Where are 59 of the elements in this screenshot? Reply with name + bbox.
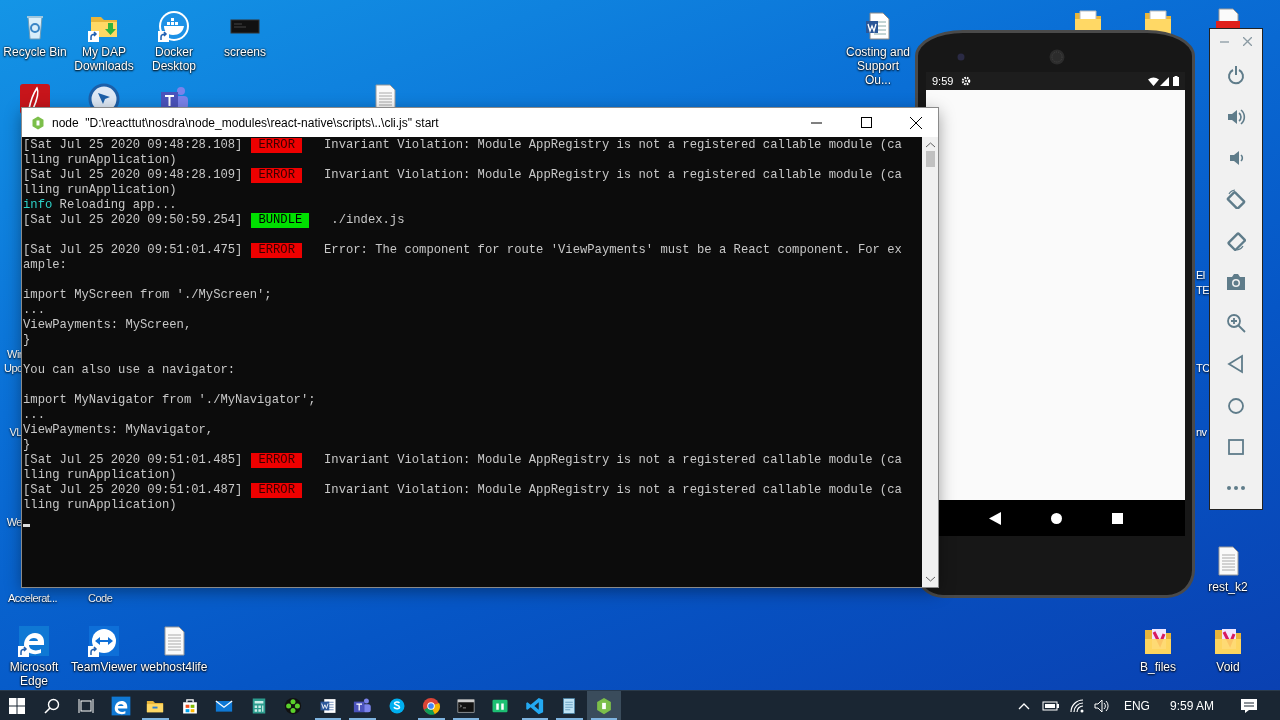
console-text: lling runApplication) [23, 468, 177, 483]
icon-label[interactable]: rest_k2 [1208, 580, 1248, 594]
status-time: 9:59 [932, 75, 954, 87]
console-text: You can also use a navigator: [23, 363, 236, 378]
icon-label[interactable]: Void [1216, 660, 1240, 674]
icon-label[interactable]: Recycle Bin [3, 45, 67, 59]
icon-label[interactable]: Code [88, 591, 113, 605]
icon-label[interactable]: Accelerat... [8, 591, 58, 605]
icon-label[interactable]: TeamViewer [71, 660, 137, 674]
icon-label[interactable]: We [6, 515, 22, 529]
log-level-badge: ERROR [251, 483, 302, 498]
log-level-badge: ERROR [251, 168, 302, 183]
icon-label[interactable]: El [1196, 268, 1205, 282]
log-timestamp: [Sat Jul 25 2020 09:50:59.254] [23, 213, 243, 228]
console-text: lling runApplication) [23, 153, 177, 168]
log-message: Invariant Violation: Module AppRegistry is not a registered callable module (ca [324, 138, 902, 153]
console-text: lling runApplication) [23, 183, 177, 198]
log-message: Invariant Violation: Module AppRegistry is not a registered callable module (ca [324, 453, 902, 468]
console-text: ... [23, 408, 45, 423]
console-text: ViewPayments: MyScreen, [23, 318, 192, 333]
log-timestamp: [Sat Jul 25 2020 09:51:01.487] [23, 483, 243, 498]
language-indicator[interactable]: ENG [1115, 698, 1158, 713]
icon-label[interactable]: B_files [1140, 660, 1176, 674]
icon-label[interactable]: nv [1196, 425, 1207, 439]
log-timestamp: [Sat Jul 25 2020 09:51:01.485] [23, 453, 243, 468]
icon-label[interactable]: TE [1196, 283, 1210, 297]
console-text: lling runApplication) [23, 498, 177, 513]
log-level-label: info [23, 198, 53, 213]
log-timestamp: [Sat Jul 25 2020 09:51:01.475] [23, 243, 243, 258]
icon-label[interactable]: screens [224, 45, 266, 59]
icon-label[interactable]: webhost4life [140, 660, 208, 674]
log-level-badge: ERROR [251, 243, 302, 258]
console-text: ... [23, 303, 45, 318]
log-message: ./index.js [331, 213, 405, 228]
clock[interactable]: 9:59 AM [1157, 698, 1226, 713]
icon-label[interactable]: Costing and Support Ou... [843, 45, 913, 87]
icon-label[interactable]: Docker Desktop [139, 45, 209, 73]
log-message: Reloading app... [58, 198, 177, 213]
console-text: import MyNavigator from './MyNavigator'; [23, 393, 316, 408]
console-text: } [23, 333, 31, 348]
log-level-badge: ERROR [251, 453, 302, 468]
log-message: Invariant Violation: Module AppRegistry is not a registered callable module (ca [324, 168, 902, 183]
console-text: ample: [23, 258, 67, 273]
log-message: Error: The component for route 'ViewPayments' must be a React component. For ex [324, 243, 902, 258]
icon-label[interactable]: VL [9, 425, 22, 439]
console-text: import MyScreen from './MyScreen'; [23, 288, 272, 303]
console-text: ViewPayments: MyNavigator, [23, 423, 214, 438]
icon-label[interactable]: Microsoft Edge [0, 660, 69, 688]
log-timestamp: [Sat Jul 25 2020 09:48:28.108] [23, 138, 243, 153]
icon-label[interactable]: Wir [7, 347, 22, 361]
icon-label[interactable]: Upc [3, 361, 22, 375]
log-level-badge: ERROR [251, 138, 302, 153]
window-title: node "D:\reacttut\nosdra\node_modules\react-native\scripts\..\cli.js" start [52, 115, 440, 130]
console-text: } [23, 438, 31, 453]
icon-label[interactable]: My DAP Downloads [69, 45, 139, 73]
log-level-badge: BUNDLE [251, 213, 310, 228]
log-message: Invariant Violation: Module AppRegistry is not a registered callable module (ca [324, 483, 902, 498]
log-timestamp: [Sat Jul 25 2020 09:48:28.109] [23, 168, 243, 183]
icon-label[interactable]: TC [1196, 361, 1210, 375]
